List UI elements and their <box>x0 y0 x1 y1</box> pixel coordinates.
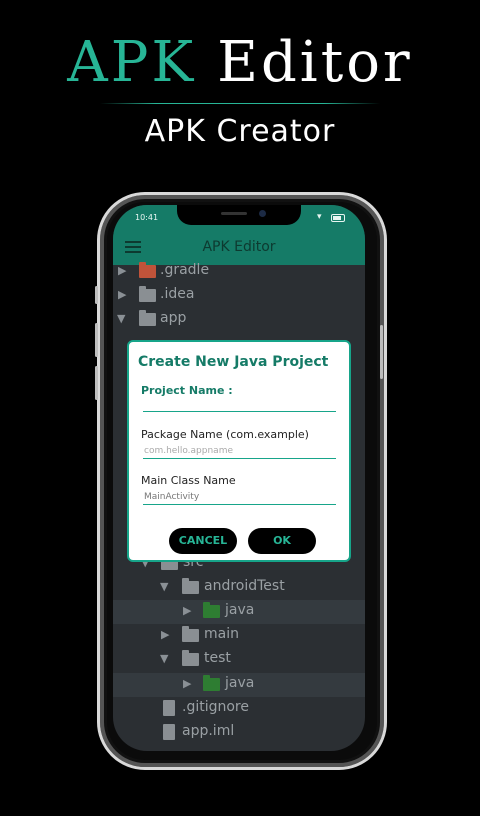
folder-icon <box>203 675 220 691</box>
dialog-title: Create New Java Project <box>138 354 329 370</box>
create-project-dialog: Create New Java Project Project Name : P… <box>127 340 351 562</box>
project-name-label: Project Name : <box>141 384 233 397</box>
tree-item-label: .gitignore <box>182 699 249 715</box>
battery-icon <box>331 214 345 222</box>
status-icons: ▾ <box>317 212 347 222</box>
folder-icon <box>182 626 199 642</box>
ok-button[interactable]: OK <box>248 528 316 554</box>
status-time: 10:41 <box>135 213 159 222</box>
tree-item-java-test[interactable]: ▶ java <box>113 673 365 697</box>
tree-item-idea[interactable]: ▶ .idea <box>113 284 365 308</box>
hero-title: APK Editor <box>0 30 480 95</box>
tree-item-label: java <box>225 602 255 618</box>
folder-icon <box>182 650 199 666</box>
phone-side-button <box>95 286 98 304</box>
collapse-arrow-icon[interactable]: ▼ <box>160 652 168 665</box>
expand-arrow-icon[interactable]: ▶ <box>183 604 191 617</box>
hero-title-rest: Editor <box>217 30 413 95</box>
tree-item-label: app.iml <box>182 723 235 739</box>
tree-item-gradle[interactable]: ▶ .gradle <box>113 260 365 284</box>
expand-arrow-icon[interactable]: ▶ <box>118 264 126 277</box>
project-name-input[interactable] <box>143 397 336 412</box>
tree-item-test[interactable]: ▼ test <box>113 648 365 672</box>
tree-item-androidtest[interactable]: ▼ androidTest <box>113 576 365 600</box>
cancel-button[interactable]: CANCEL <box>169 528 237 554</box>
folder-icon <box>139 286 156 302</box>
folder-icon <box>182 578 199 594</box>
folder-icon <box>139 310 156 326</box>
phone-volume-up-button <box>95 323 98 357</box>
wifi-icon: ▾ <box>317 212 322 222</box>
expand-arrow-icon[interactable]: ▶ <box>118 288 126 301</box>
speaker-grille <box>221 212 247 215</box>
tree-item-label: app <box>160 310 187 326</box>
folder-icon <box>139 262 156 278</box>
tree-item-label: main <box>204 626 239 642</box>
main-class-label: Main Class Name <box>141 474 236 487</box>
main-class-input[interactable] <box>143 490 336 505</box>
hero-subtitle: APK Creator <box>144 114 336 149</box>
front-camera <box>259 210 266 217</box>
tree-item-app[interactable]: ▼ app <box>113 308 365 332</box>
expand-arrow-icon[interactable]: ▶ <box>183 677 191 690</box>
package-name-input[interactable] <box>143 444 336 459</box>
file-icon <box>163 700 175 716</box>
package-name-label: Package Name (com.example) <box>141 428 309 441</box>
tree-item-app-iml[interactable]: app.iml <box>113 721 365 745</box>
tree-item-label: .idea <box>160 286 195 302</box>
tree-item-main[interactable]: ▶ main <box>113 624 365 648</box>
tree-item-label: androidTest <box>204 578 285 594</box>
tree-item-gitignore[interactable]: .gitignore <box>113 697 365 721</box>
tree-item-label: .gradle <box>160 262 210 278</box>
app-bar-title: APK Editor <box>202 239 276 255</box>
tree-item-label: java <box>225 675 255 691</box>
hero-title-accent: APK <box>67 30 197 95</box>
phone-notch <box>177 205 301 225</box>
phone-power-button <box>380 325 383 379</box>
collapse-arrow-icon[interactable]: ▼ <box>117 312 125 325</box>
folder-icon <box>203 602 220 618</box>
tree-item-label: test <box>204 650 231 666</box>
phone-volume-down-button <box>95 366 98 400</box>
collapse-arrow-icon[interactable]: ▼ <box>160 580 168 593</box>
file-icon <box>163 724 175 740</box>
hero-divider <box>100 103 380 104</box>
tree-item-java-androidtest[interactable]: ▶ java <box>113 600 365 624</box>
expand-arrow-icon[interactable]: ▶ <box>161 628 169 641</box>
